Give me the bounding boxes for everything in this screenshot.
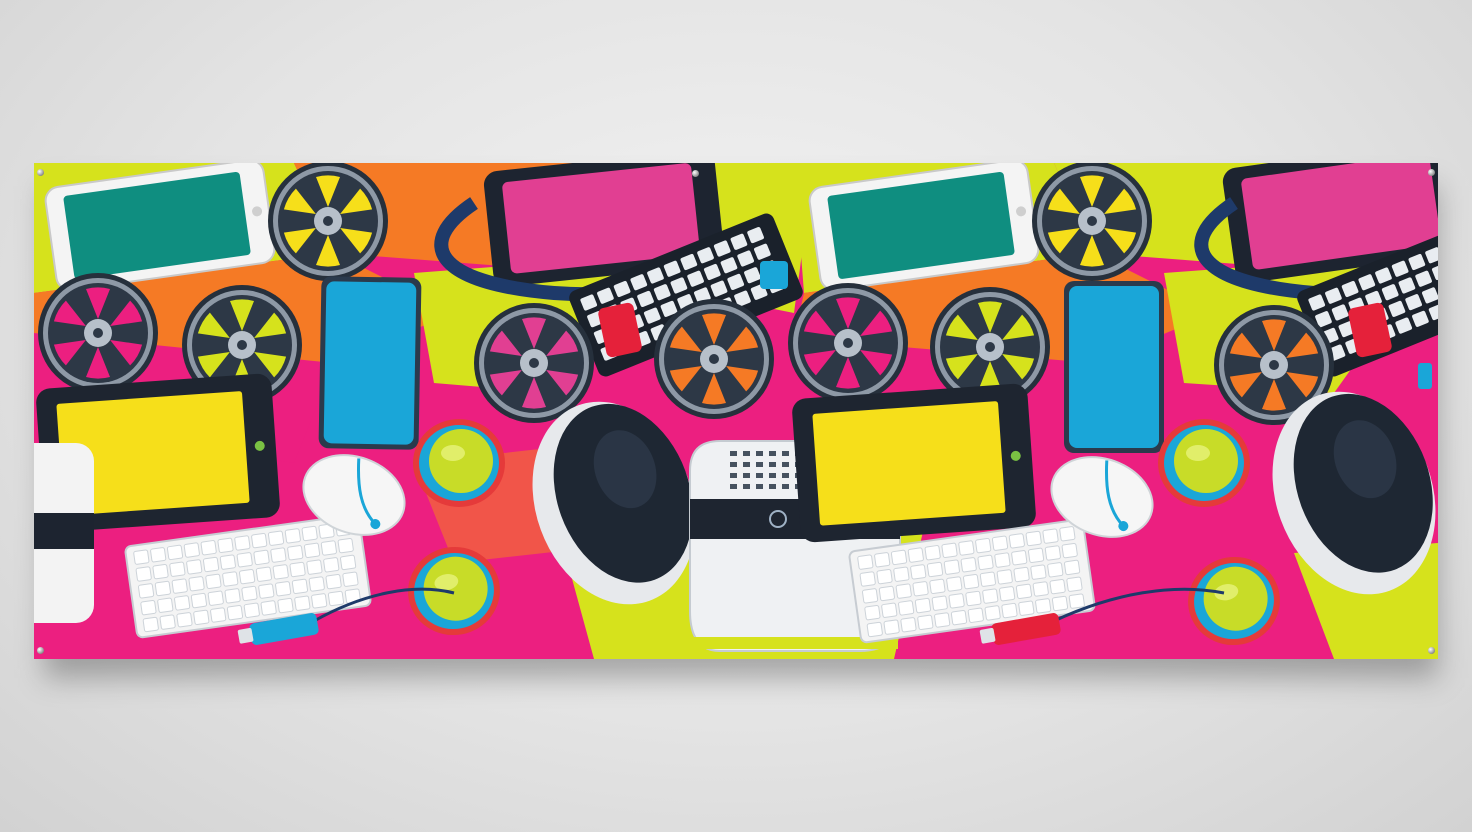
tech-collage-banner <box>34 163 1438 659</box>
banner-grommet <box>37 169 44 176</box>
wall-background <box>0 0 1472 832</box>
banner-grommet <box>1428 169 1435 176</box>
banner-grommet <box>1428 647 1435 654</box>
banner-grommet <box>37 647 44 654</box>
collage-canvas <box>34 163 1438 659</box>
banner-grommet <box>692 170 699 177</box>
